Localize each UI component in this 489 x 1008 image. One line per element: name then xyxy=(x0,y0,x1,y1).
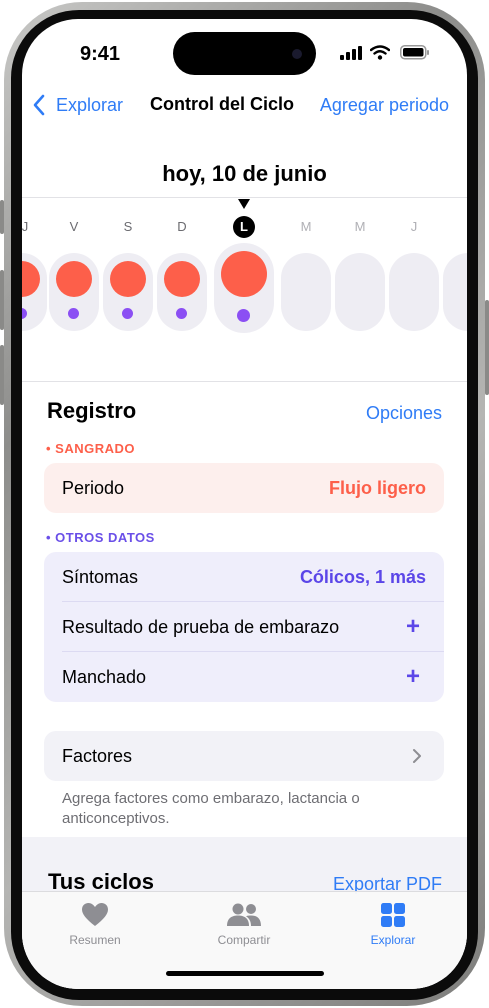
spotting-row[interactable]: Manchado + xyxy=(44,652,444,702)
day-pill[interactable] xyxy=(443,253,467,331)
day-pill[interactable] xyxy=(157,253,207,331)
options-button[interactable]: Opciones xyxy=(366,403,442,424)
tab-summary[interactable]: Resumen xyxy=(35,902,155,947)
action-button xyxy=(0,200,4,234)
page-title: Control del Ciclo xyxy=(150,94,294,114)
today-day-letter: L xyxy=(233,216,255,238)
add-period-button[interactable]: Agregar periodo xyxy=(320,95,449,116)
flow-dot xyxy=(221,251,267,297)
tab-label: Resumen xyxy=(69,933,121,947)
day-pill[interactable] xyxy=(281,253,331,331)
plus-icon: + xyxy=(405,613,420,640)
tab-explore[interactable]: Explorar xyxy=(333,902,453,947)
people-icon xyxy=(227,903,261,926)
day-letter: V xyxy=(69,219,79,234)
period-value: Flujo ligero xyxy=(329,478,426,498)
volume-down-button xyxy=(0,345,4,405)
flow-dot xyxy=(164,261,200,297)
chevron-left-icon xyxy=(33,94,45,116)
symptoms-label: Síntomas xyxy=(62,567,139,587)
pregnancy-test-row[interactable]: Resultado de prueba de embarazo + xyxy=(44,602,444,652)
day-pill-today[interactable] xyxy=(214,243,274,333)
flow-dot xyxy=(22,261,40,297)
day-letter: J xyxy=(22,219,29,234)
day-pill[interactable] xyxy=(335,253,385,331)
volume-up-button xyxy=(0,270,4,330)
other-category-label: • OTROS DATOS xyxy=(46,530,155,545)
spotting-label: Manchado xyxy=(62,667,147,687)
day-letter: D xyxy=(177,219,187,234)
symptom-dot xyxy=(237,309,250,322)
symptom-dot xyxy=(122,308,133,319)
camera-icon xyxy=(292,49,302,59)
back-button[interactable]: Explorar xyxy=(32,94,123,116)
day-pill[interactable] xyxy=(22,253,47,331)
factors-label: Factores xyxy=(62,746,133,766)
wifi-icon xyxy=(370,45,390,60)
symptom-dot xyxy=(68,308,79,319)
symptom-dot xyxy=(176,308,187,319)
day-pill[interactable] xyxy=(103,253,153,331)
day-letter: M xyxy=(300,219,312,234)
day-letter: J xyxy=(410,219,418,234)
pregnancy-test-label: Resultado de prueba de embarazo xyxy=(62,617,340,637)
period-label: Periodo xyxy=(62,478,125,498)
day-pill[interactable] xyxy=(389,253,439,331)
power-button xyxy=(485,300,489,395)
battery-icon xyxy=(400,45,429,60)
flow-dot xyxy=(56,261,92,297)
cellular-signal-icon xyxy=(340,46,362,60)
tab-label: Explorar xyxy=(370,933,416,947)
section-title: Registro xyxy=(47,398,137,423)
home-indicator[interactable] xyxy=(166,971,324,976)
symptoms-row[interactable]: Síntomas Cólicos, 1 más xyxy=(44,552,444,602)
dynamic-island xyxy=(173,32,316,75)
factors-row[interactable]: Factores xyxy=(44,731,444,781)
symptom-dot xyxy=(22,308,27,319)
screen: 9:41 Explorar Control del Ciclo Agregar … xyxy=(22,19,467,989)
day-letter: M xyxy=(354,219,366,234)
symptoms-value: Cólicos, 1 más xyxy=(299,567,426,587)
bleeding-category-label: • SANGRADO xyxy=(46,441,136,456)
today-pointer-icon xyxy=(238,199,250,209)
tab-label: Compartir xyxy=(217,933,271,947)
grid-icon xyxy=(381,903,405,927)
factors-note: Agrega factores como embarazo, lactancia… xyxy=(62,790,360,827)
chevron-right-icon xyxy=(413,749,421,763)
other-data-card: Síntomas Cólicos, 1 más Resultado de pru… xyxy=(44,552,444,702)
plus-icon: + xyxy=(405,663,420,690)
tab-share[interactable]: Compartir xyxy=(184,902,304,947)
heart-icon xyxy=(82,903,108,926)
day-letter: S xyxy=(123,219,133,234)
divider xyxy=(22,381,467,382)
period-row[interactable]: Periodo Flujo ligero xyxy=(44,463,444,513)
back-label: Explorar xyxy=(56,94,124,115)
divider xyxy=(22,197,467,198)
flow-dot xyxy=(110,261,146,297)
day-pill[interactable] xyxy=(49,253,99,331)
status-time: 9:41 xyxy=(80,43,121,65)
date-heading: hoy, 10 de junio xyxy=(162,161,327,186)
